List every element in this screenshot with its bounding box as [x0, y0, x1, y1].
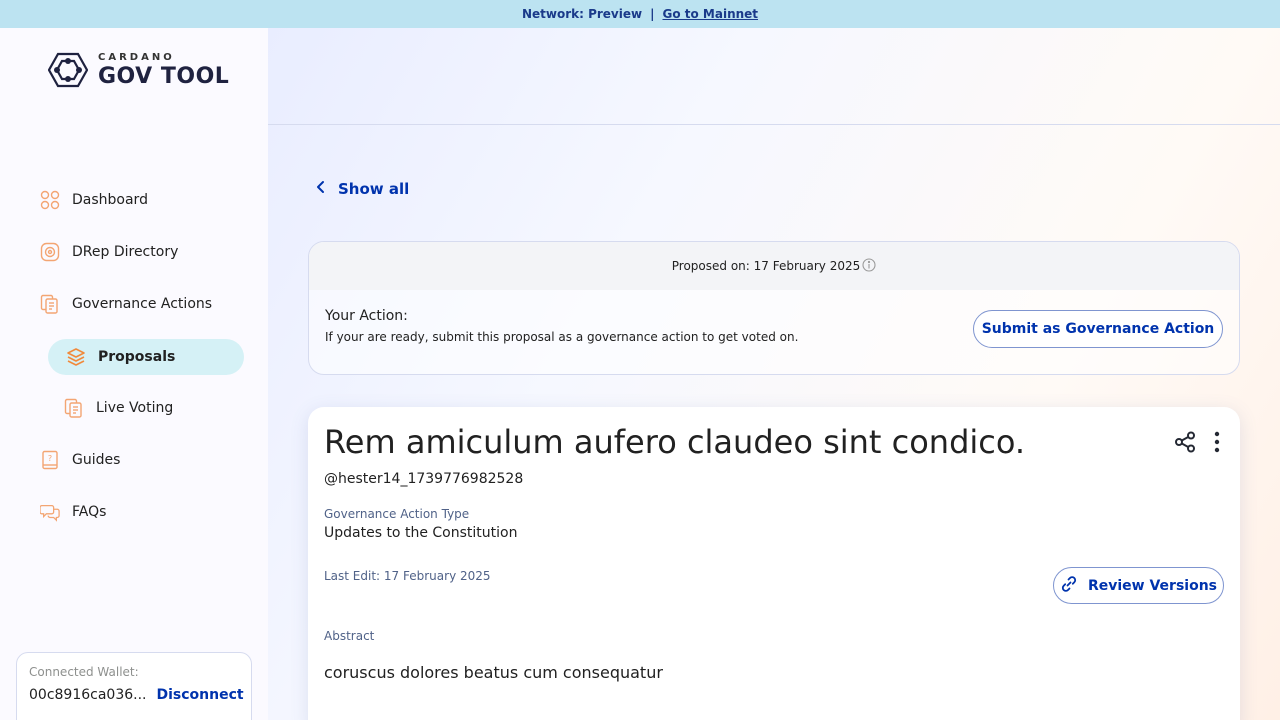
main-content: Show all Proposed on: 17 February 2025 Y… [268, 28, 1280, 720]
governance-action-type-label: Governance Action Type [324, 507, 470, 522]
nav-dashboard[interactable]: Dashboard [40, 190, 148, 210]
connected-wallet-panel: Connected Wallet: 00c8916ca036... Discon… [16, 652, 252, 720]
disconnect-button[interactable]: Disconnect [157, 687, 244, 703]
submit-as-governance-action-button[interactable]: Submit as Governance Action [973, 310, 1223, 348]
governance-action-type-value: Updates to the Constitution [324, 525, 518, 542]
top-bar [268, 28, 1280, 125]
go-to-mainnet-link[interactable]: Go to Mainnet [662, 7, 758, 21]
logo[interactable]: CARDANO GOV TOOL [48, 52, 229, 88]
logo-big-text: GOV TOOL [98, 63, 230, 89]
share-icon[interactable] [1174, 431, 1196, 457]
abstract-text: coruscus dolores beatus cum consequatur [324, 663, 663, 683]
network-banner: Network: Preview | Go to Mainnet [0, 0, 1280, 28]
abstract-label: Abstract [324, 629, 375, 644]
nav-drep-directory-label: DRep Directory [72, 244, 179, 260]
review-versions-label: Review Versions [1087, 577, 1218, 594]
more-options-icon[interactable] [1214, 431, 1220, 457]
nav-live-voting[interactable]: Live Voting [64, 398, 173, 418]
chevron-left-icon [316, 180, 326, 198]
nav-live-voting-label: Live Voting [96, 400, 174, 416]
nav-dashboard-label: Dashboard [72, 192, 148, 208]
sidebar: CARDANO GOV TOOL Dashboard DRep Director… [0, 28, 268, 720]
nav-governance-actions-label: Governance Actions [72, 296, 213, 312]
nav-faqs-label: FAQs [72, 504, 107, 520]
svg-text:?: ? [48, 454, 52, 463]
nav-proposals[interactable]: Proposals [48, 339, 244, 375]
guides-icon: ? [40, 450, 60, 470]
wallet-address: 00c8916ca036... [29, 687, 147, 703]
nav-proposals-label: Proposals [98, 349, 176, 365]
show-all-label: Show all [338, 180, 410, 198]
live-voting-icon [64, 398, 84, 418]
proposed-on-text: Proposed on: 17 February 2025 [671, 259, 861, 273]
proposal-card: Rem amiculum aufero claudeo sint condico… [308, 407, 1240, 720]
link-icon [1060, 575, 1078, 597]
faqs-icon [40, 502, 60, 522]
info-icon[interactable] [862, 257, 876, 275]
proposal-title: Rem amiculum aufero claudeo sint condico… [324, 423, 1026, 461]
dashboard-icon [40, 190, 60, 210]
logo-small-text: CARDANO [98, 51, 175, 63]
review-versions-button[interactable]: Review Versions [1053, 567, 1224, 604]
drep-directory-icon [40, 242, 60, 262]
wallet-label: Connected Wallet: [29, 665, 139, 679]
proposed-on-header: Proposed on: 17 February 2025 [309, 242, 1239, 290]
gov-tool-logo-icon [48, 52, 88, 88]
nav-governance-actions[interactable]: Governance Actions [40, 294, 212, 314]
nav-faqs[interactable]: FAQs [40, 502, 106, 522]
governance-actions-icon [40, 294, 60, 314]
nav-guides[interactable]: ? Guides [40, 450, 120, 470]
network-label: Network: Preview [521, 7, 643, 21]
banner-separator: | [650, 7, 655, 21]
nav-drep-directory[interactable]: DRep Directory [40, 242, 178, 262]
show-all-back-link[interactable]: Show all [316, 180, 409, 198]
proposal-username: @hester14_1739776982528 [324, 471, 524, 488]
your-action-card: Proposed on: 17 February 2025 Your Actio… [308, 241, 1240, 375]
nav-guides-label: Guides [72, 452, 121, 468]
layers-icon [66, 347, 86, 367]
